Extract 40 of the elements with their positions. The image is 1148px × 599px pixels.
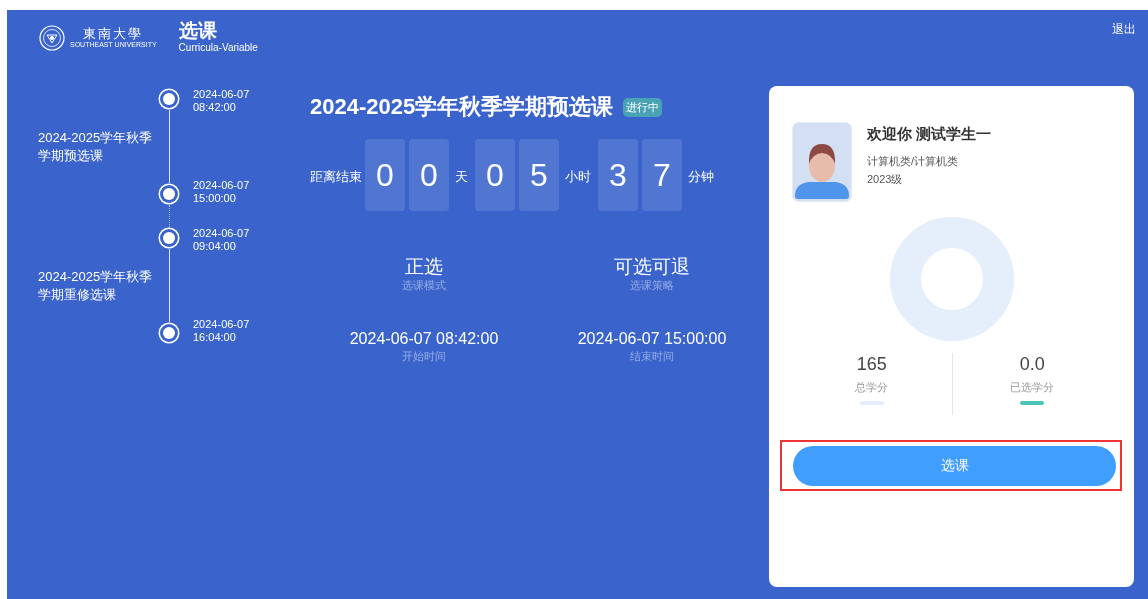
countdown-digit: 5 (519, 139, 559, 211)
end-time: 2024-06-07 16:04:00 (193, 318, 251, 344)
info-label: 选课策略 (630, 278, 674, 293)
credit-value: 165 (856, 353, 887, 375)
info-label: 开始时间 (402, 349, 446, 364)
info-label: 结束时间 (630, 349, 674, 364)
logout-link[interactable]: 退出 (1112, 21, 1136, 38)
start-time: 2024-06-07 09:04:00 (193, 227, 251, 253)
page-title: 选课 (178, 20, 218, 42)
countdown-unit: 分钟 (688, 168, 714, 186)
credit-value: 0.0 (1019, 353, 1045, 375)
countdown-digit: 0 (409, 139, 449, 211)
info-value: 正选 (405, 256, 443, 278)
countdown-unit: 天 (455, 168, 468, 186)
countdown-unit: 小时 (565, 168, 591, 186)
university-emblem-icon (39, 25, 65, 51)
info-label: 选课模式 (402, 278, 446, 293)
avatar-icon (792, 122, 852, 202)
start-time: 2024-06-07 08:42:00 (193, 88, 251, 114)
credit-label: 总学分 (855, 380, 889, 395)
info-value: 可选可退 (614, 256, 690, 278)
countdown-digit: 0 (365, 139, 405, 211)
session-title: 2024-2025学年秋季学期预选课 (310, 93, 614, 121)
credit-label: 已选学分 (1010, 380, 1055, 395)
grade-text: 2023级 (867, 172, 904, 187)
info-value: 2024-06-07 08:42:00 (349, 329, 499, 349)
end-time: 2024-06-07 15:00:00 (193, 179, 251, 205)
phase-name[interactable]: 2024-2025学年秋季学期预选课 (7, 128, 163, 165)
status-badge: 进行中 (623, 97, 663, 117)
countdown-digit: 7 (642, 139, 682, 211)
countdown-digit: 3 (598, 139, 638, 211)
countdown-digit: 0 (475, 139, 515, 211)
major-text: 计算机类/计算机类 (867, 154, 960, 169)
info-value: 2024-06-07 15:00:00 (577, 329, 727, 349)
select-course-button[interactable]: 选课 (793, 446, 1116, 486)
countdown-label: 距离结束 (310, 168, 362, 186)
page-subtitle: Curricula-Variable (178, 42, 258, 54)
phase-name[interactable]: 2024-2025学年秋季学期重修选课 (7, 267, 163, 304)
university-name: 東南大學 (83, 27, 144, 41)
welcome-text: 欢迎你 测试学生一 (867, 125, 992, 144)
